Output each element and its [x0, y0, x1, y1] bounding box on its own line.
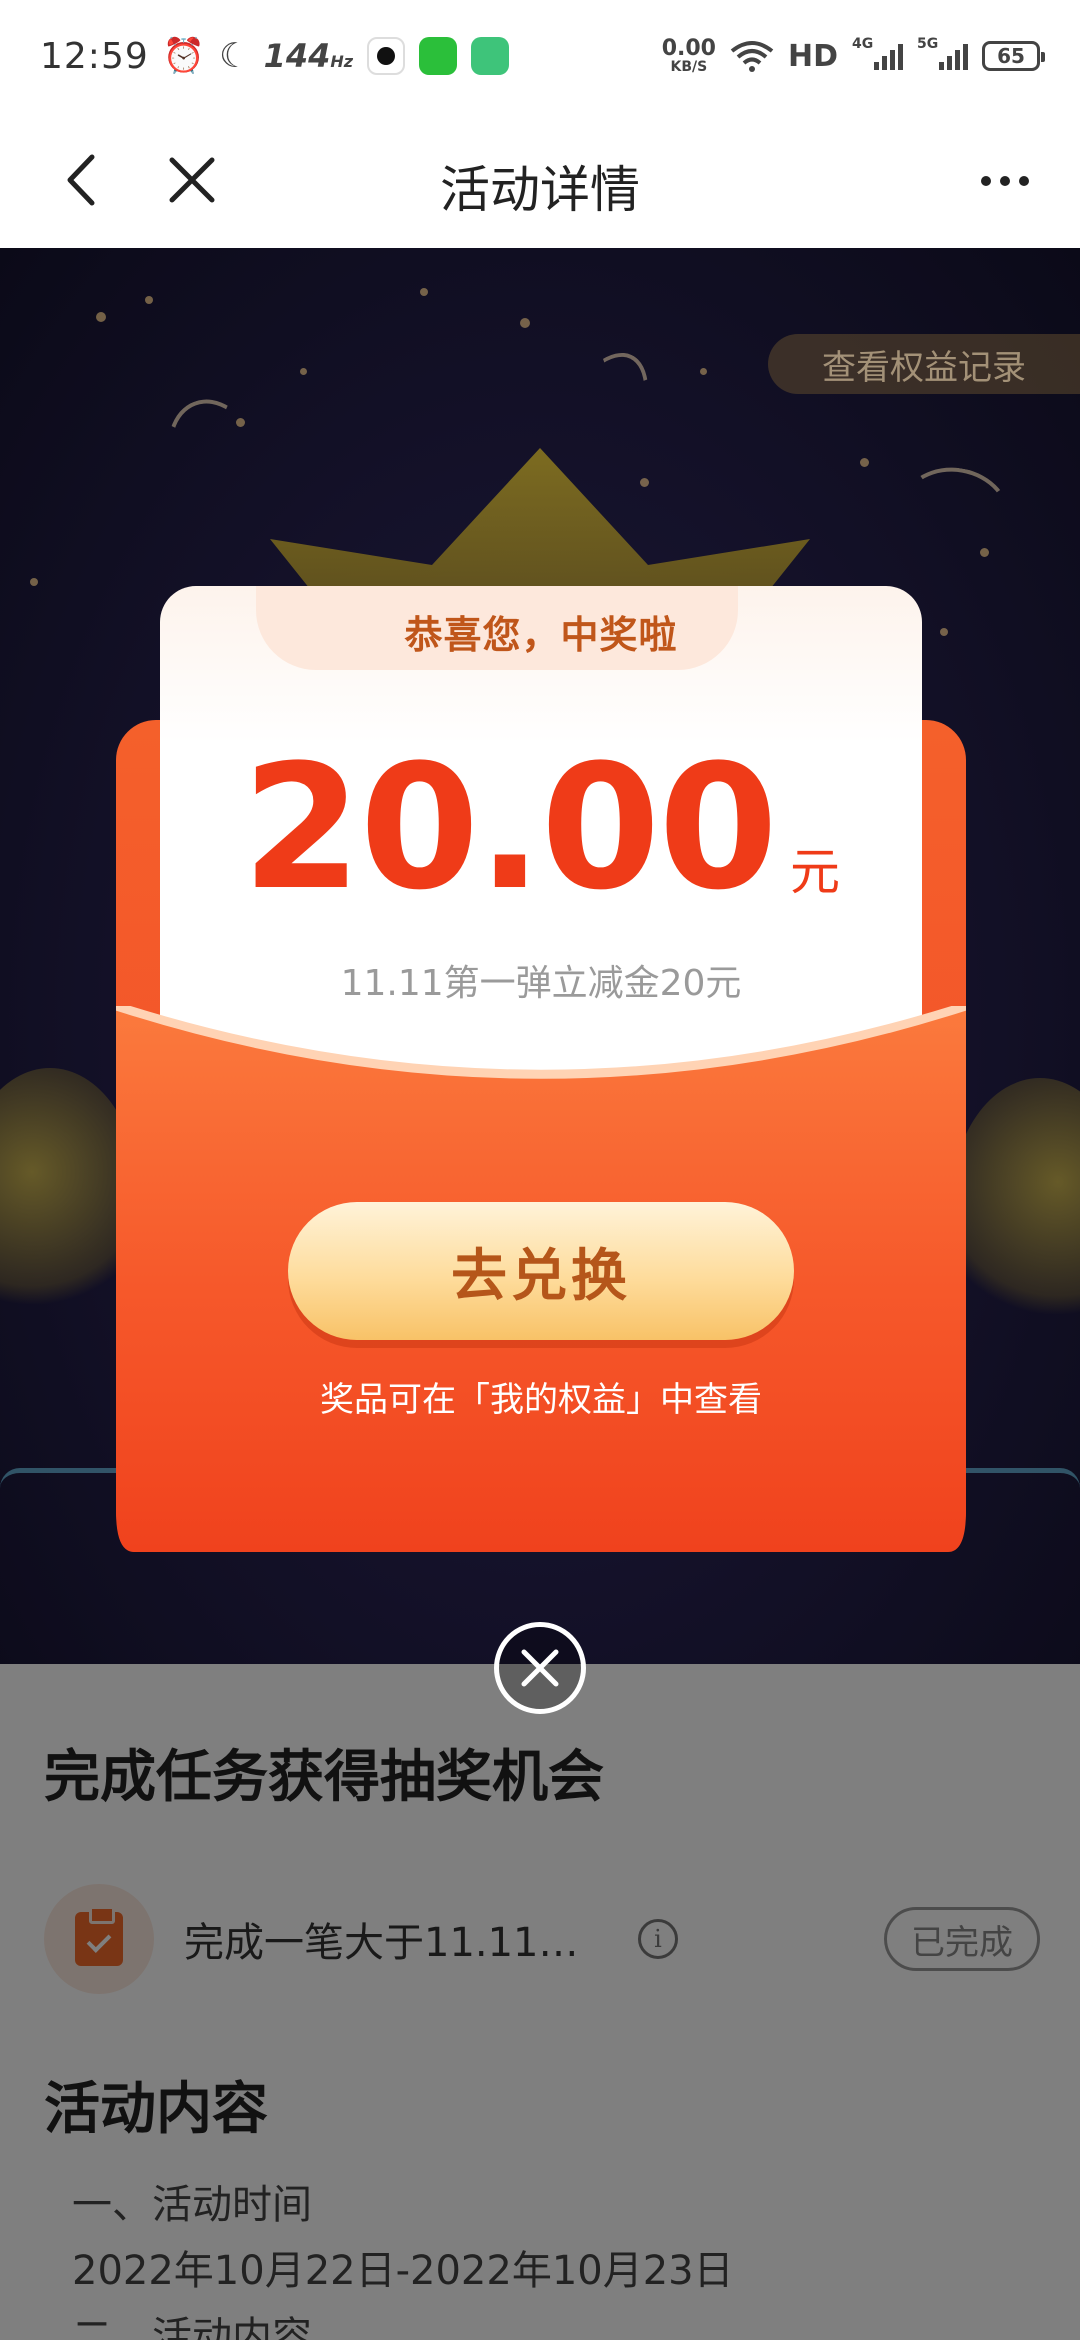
prize-amount: 20.00: [241, 727, 778, 928]
battery-icon: 65: [982, 41, 1045, 71]
app-notification-icon: [367, 37, 406, 75]
signal-5g-icon: 5G: [917, 36, 968, 70]
prize-unit: 元: [790, 843, 841, 901]
prize-dialog: 恭喜您，中奖啦 20.00 元 11.11第一弹立减金20元 去兑换 奖品可在「…: [116, 586, 966, 1552]
net-speed: 0.00 KB/S: [661, 36, 716, 75]
more-horizontal-icon: [981, 176, 991, 186]
rights-record-button[interactable]: 查看权益记录: [768, 334, 1080, 394]
signal-5g-label: 5G: [917, 36, 939, 52]
refresh-rate: 144Hz: [264, 37, 354, 75]
alarm-icon: ⏰: [162, 36, 206, 76]
more-button[interactable]: [970, 156, 1040, 206]
confetti: [30, 578, 38, 586]
congrats-text: 恭喜您，中奖啦: [404, 613, 678, 657]
confetti: [96, 312, 106, 322]
battery-level: 65: [997, 44, 1025, 68]
confetti: [300, 368, 307, 375]
status-left-icons: ⏰ ☾ 144Hz: [162, 36, 510, 76]
status-time: 12:59: [40, 35, 149, 77]
prize-amount-row: 20.00 元: [116, 742, 966, 914]
status-right-icons: 0.00 KB/S HD 4G 5G 65: [661, 36, 1045, 75]
net-speed-unit: KB/S: [670, 59, 708, 75]
confetti: [145, 296, 153, 304]
refresh-rate-value: 144: [263, 37, 331, 75]
confetti: [640, 478, 649, 487]
page-title: 活动详情: [440, 161, 640, 219]
confetti: [520, 318, 530, 328]
modal-overlay[interactable]: [0, 1664, 1080, 2340]
gallery-icon: [471, 37, 510, 75]
status-bar: 12:59 ⏰ ☾ 144Hz 0.00 KB/S HD 4G 5G 65: [0, 0, 1080, 112]
ribbon: [152, 386, 278, 530]
confetti: [860, 458, 869, 467]
dialog-close-button[interactable]: [494, 1622, 586, 1714]
confetti: [700, 368, 707, 375]
net-speed-value: 0.00: [661, 36, 716, 61]
hero-decoration-right: [950, 1078, 1080, 1338]
wechat-icon: [419, 37, 458, 75]
wifi-icon: [730, 41, 774, 72]
nav-bar: 活动详情: [0, 112, 1080, 248]
hd-label: HD: [787, 38, 838, 74]
close-circle-icon: [521, 1649, 559, 1687]
moon-icon: ☾: [219, 36, 250, 76]
redeem-button[interactable]: 去兑换: [288, 1202, 794, 1340]
prize-description: 11.11第一弹立减金20元: [340, 963, 742, 1004]
ribbon: [893, 459, 1017, 567]
refresh-rate-unit: Hz: [330, 52, 354, 71]
signal-4g-icon: 4G: [852, 36, 903, 70]
signal-4g-label: 4G: [852, 36, 874, 52]
confetti: [420, 288, 428, 296]
prize-hint: 奖品可在「我的权益」中查看: [320, 1380, 762, 1420]
